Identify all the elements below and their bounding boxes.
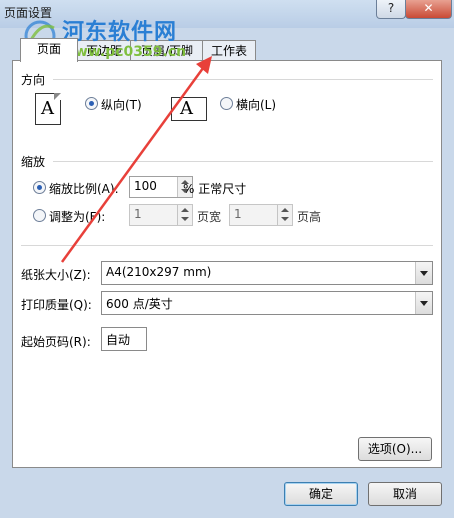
landscape-page-icon: A [171, 97, 207, 121]
orientation-section-label: 方向 [21, 73, 46, 87]
fit-wide-spinner-arrows[interactable] [177, 205, 192, 225]
paper-size-select[interactable]: A4(210x297 mm) [101, 261, 433, 285]
help-button[interactable]: ? [376, 0, 406, 19]
fit-tall-spinner-arrows[interactable] [277, 205, 292, 225]
ok-button[interactable]: 确定 [284, 482, 358, 506]
paper-size-dropdown-icon[interactable] [415, 262, 432, 284]
page-settings-panel: 方向 A 纵向(T) A 横向(L) 缩放 缩放比例(A): 100 % 正常尺… [12, 60, 442, 468]
landscape-radio[interactable] [220, 97, 233, 110]
first-page-number-label: 起始页码(R): [21, 335, 91, 349]
orientation-divider [53, 79, 433, 80]
paper-size-label: 纸张大小(Z): [21, 268, 91, 282]
adjust-to-radio[interactable] [33, 181, 46, 194]
cancel-button[interactable]: 取消 [368, 482, 442, 506]
options-button[interactable]: 选项(O)... [358, 437, 432, 461]
print-quality-label: 打印质量(Q): [21, 298, 92, 312]
portrait-label[interactable]: 纵向(T) [101, 96, 142, 113]
print-quality-dropdown-icon[interactable] [415, 292, 432, 314]
scaling-divider [53, 161, 433, 162]
first-page-number-input[interactable]: 自动 [101, 327, 147, 351]
close-button[interactable]: ✕ [405, 0, 452, 19]
print-quality-select[interactable]: 600 点/英寸 [101, 291, 433, 315]
fit-wide-spinner[interactable]: 1 [129, 204, 193, 226]
pages-tall-label: 页高 [297, 210, 322, 224]
paper-divider [21, 245, 433, 246]
tab-page[interactable]: 页面 [20, 38, 78, 62]
portrait-page-icon: A [35, 93, 61, 125]
portrait-radio[interactable] [85, 97, 98, 110]
fit-to-radio[interactable] [33, 209, 46, 222]
watermark-site-name: 河东软件网 [62, 20, 178, 45]
watermark-site-url: www.pc0359.cn [62, 44, 187, 60]
pages-wide-label: 页宽 [197, 210, 222, 224]
adjust-to-label[interactable]: 缩放比例(A): [49, 180, 119, 197]
scaling-section-label: 缩放 [21, 155, 46, 169]
normal-size-label: % 正常尺寸 [183, 182, 247, 196]
fit-to-label[interactable]: 调整为(F): [49, 208, 105, 225]
fit-tall-spinner[interactable]: 1 [229, 204, 293, 226]
landscape-label[interactable]: 横向(L) [236, 96, 276, 113]
